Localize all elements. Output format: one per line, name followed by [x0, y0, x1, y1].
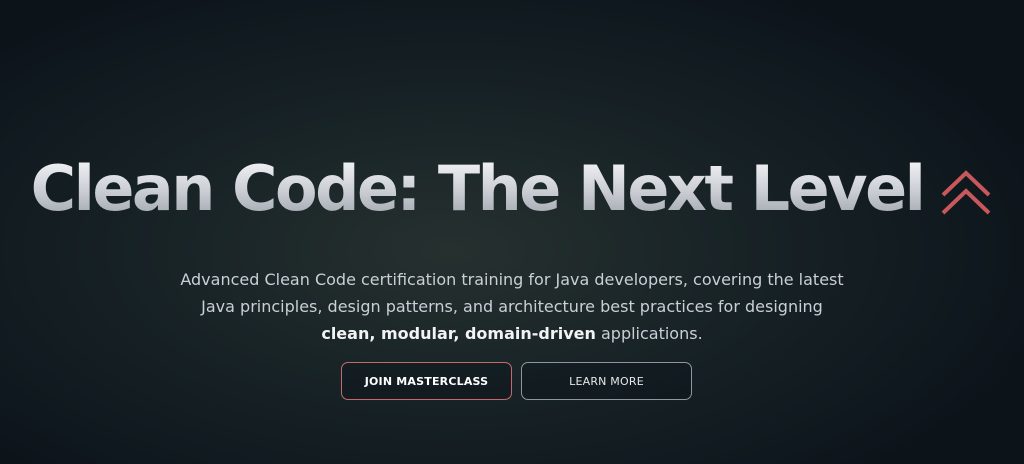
- hero-description-text: Advanced Clean Code certification traini…: [180, 270, 844, 316]
- learn-more-button[interactable]: LEARN MORE: [521, 362, 692, 400]
- hero-actions: JOIN MASTERCLASS LEARN MORE: [341, 362, 692, 400]
- hero-description-emphasis: clean, modular, domain-driven: [321, 324, 596, 343]
- hero-section: Clean Code: The Next Level Advanced Clea…: [0, 0, 1024, 464]
- hero-title: Clean Code: The Next Level: [30, 152, 926, 225]
- double-chevron-up-icon: [941, 170, 991, 215]
- hero-description-end: applications.: [595, 324, 703, 343]
- hero-title-row: Clean Code: The Next Level: [0, 158, 1024, 220]
- join-masterclass-button[interactable]: JOIN MASTERCLASS: [341, 362, 512, 400]
- hero-description: Advanced Clean Code certification traini…: [162, 266, 862, 347]
